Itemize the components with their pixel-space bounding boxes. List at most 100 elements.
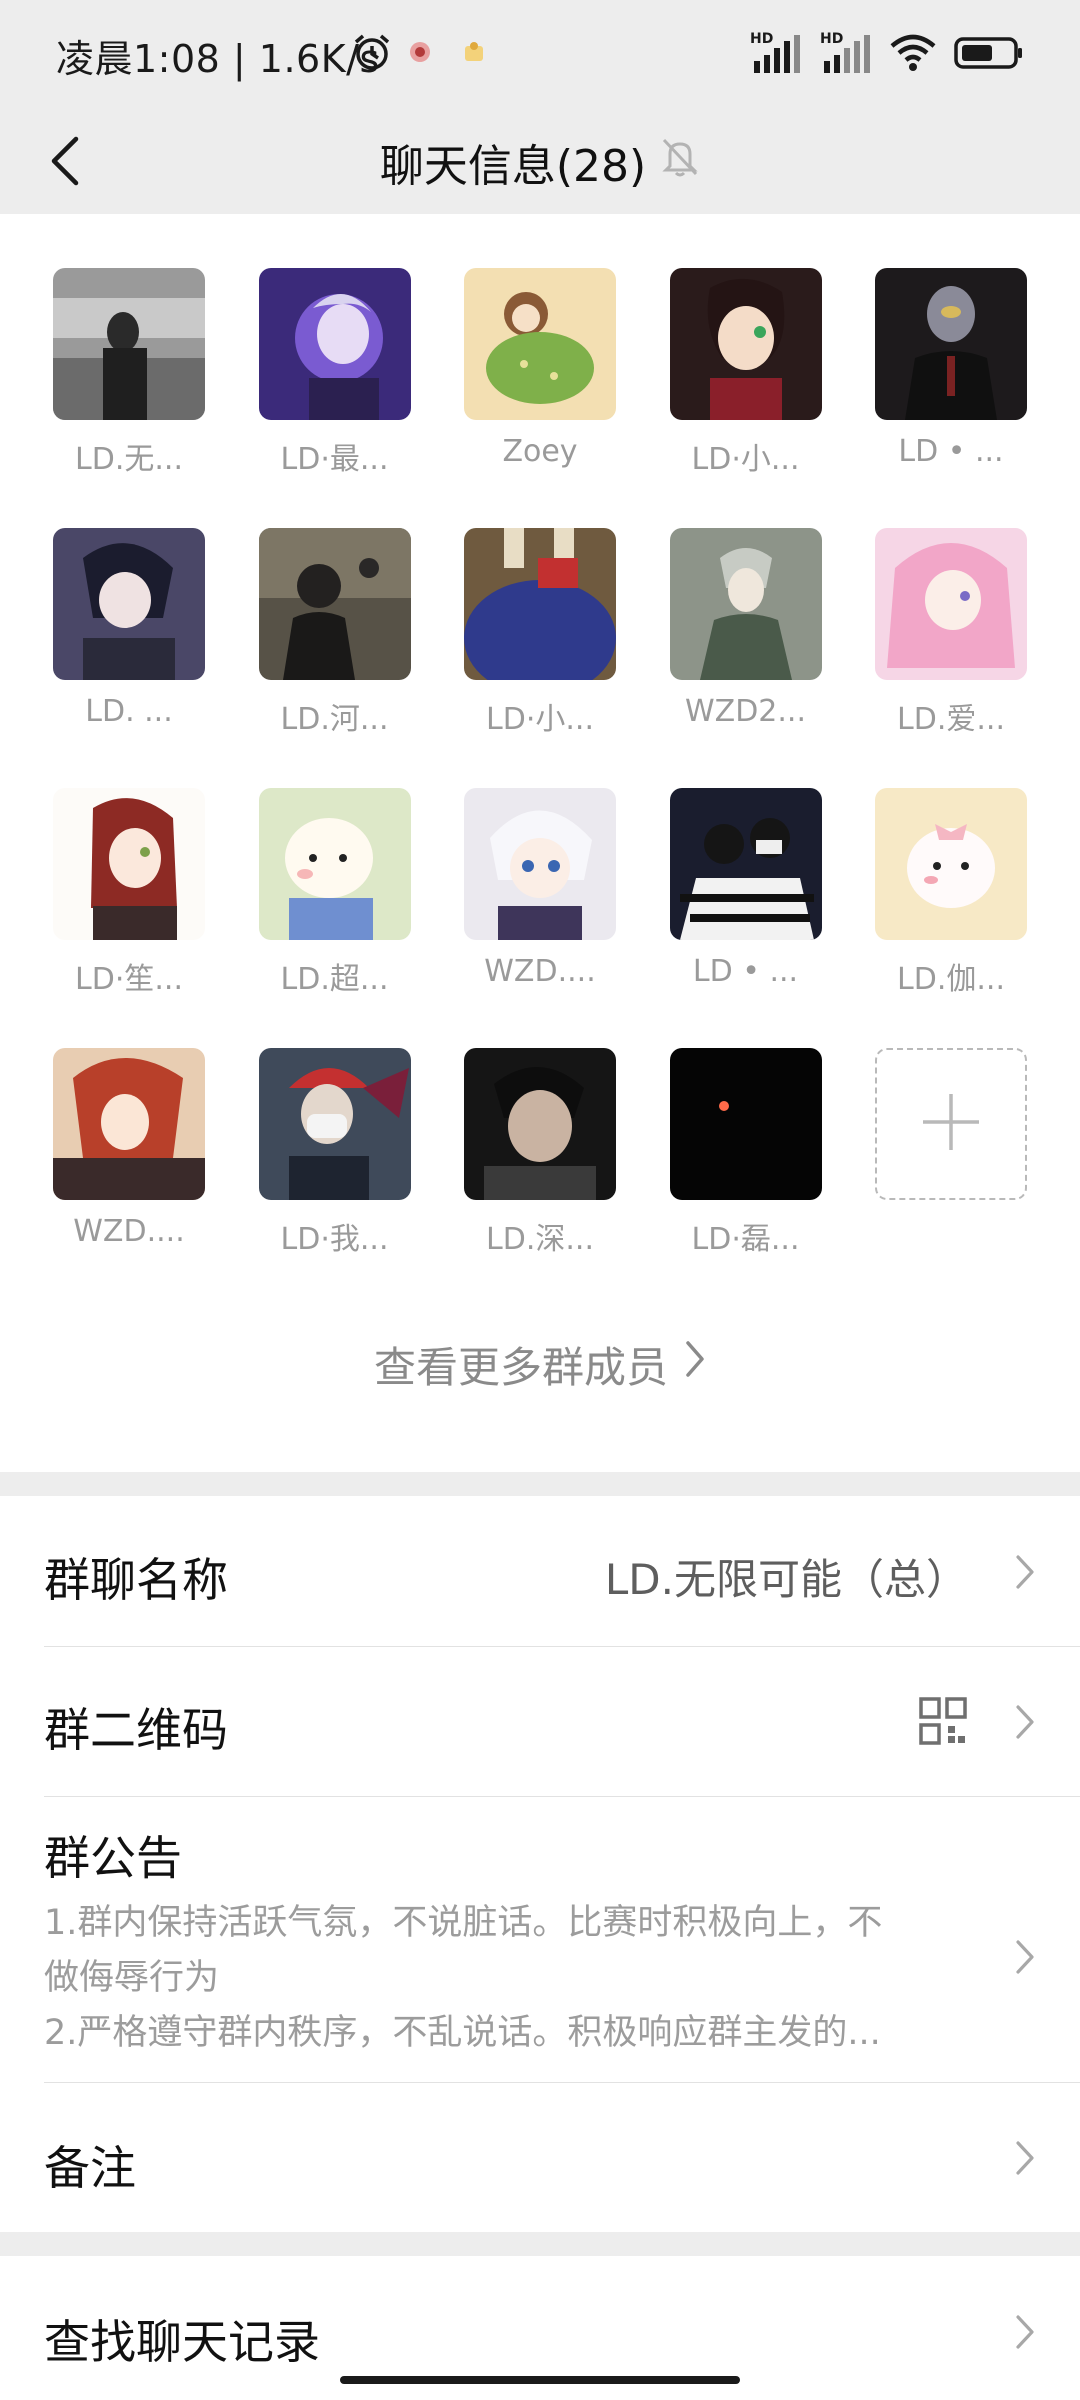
qr-code-icon	[918, 1696, 968, 1750]
group-name-label: 群聊名称	[44, 1553, 228, 1607]
member-name: LD·笙...	[75, 962, 183, 997]
member-item[interactable]: WZD2...	[669, 528, 822, 744]
member-item[interactable]: WZD....	[464, 788, 616, 1004]
member-item[interactable]: LD·小...	[669, 268, 822, 484]
member-item[interactable]: WZD....	[53, 1048, 205, 1264]
group-notice-row[interactable]: 群公告 1.群内保持活跃气氛，不说脏话。比赛时积极向上，不 做侮辱行为 2.严格…	[0, 1796, 1080, 2082]
app-notification-icon	[462, 40, 486, 68]
avatar	[258, 268, 411, 420]
member-item[interactable]: LD.河...	[258, 528, 411, 744]
member-item[interactable]: LD·小...	[464, 528, 616, 744]
group-name-value: LD.无限可能（总）	[604, 1555, 968, 1604]
avatar	[53, 268, 205, 420]
view-more-members-link[interactable]: 查看更多群成员	[0, 1324, 1080, 1404]
alarm-icon	[352, 32, 392, 76]
member-item[interactable]: LD.爱...	[875, 528, 1027, 744]
hd-signal-icon: HD	[820, 31, 872, 75]
title-bar: 聊天信息(28)	[0, 110, 1080, 214]
member-grid: LD.无... LD·最... Zoey LD·小... LD • ... LD…	[53, 268, 1027, 1264]
status-time: 凌晨1:08 | 1.6K/s	[56, 37, 380, 81]
member-name: LD. ...	[85, 694, 173, 729]
avatar	[258, 1048, 411, 1200]
member-name: Zoey	[502, 434, 578, 469]
wifi-icon	[890, 34, 936, 76]
member-item[interactable]: LD·最...	[258, 268, 411, 484]
avatar	[875, 788, 1027, 940]
member-name: WZD....	[73, 1214, 185, 1249]
avatar	[258, 788, 411, 940]
add-member-button[interactable]	[875, 1048, 1027, 1264]
battery-icon	[954, 36, 1024, 74]
signal-label: HD	[820, 31, 844, 47]
remark-row[interactable]: 备注	[0, 2082, 1080, 2232]
member-item[interactable]: LD·笙...	[53, 788, 205, 1004]
member-name: WZD....	[484, 954, 596, 989]
home-indicator[interactable]	[340, 2376, 740, 2384]
member-item[interactable]: Zoey	[464, 268, 616, 484]
member-name: LD.深...	[486, 1222, 594, 1257]
avatar	[669, 268, 822, 420]
member-name: WZD2...	[684, 694, 806, 729]
member-name: LD.超...	[280, 962, 389, 997]
member-name: LD.伽...	[897, 962, 1005, 997]
avatar	[53, 1048, 205, 1200]
members-panel: LD.无... LD·最... Zoey LD·小... LD • ... LD…	[0, 214, 1080, 1472]
member-item[interactable]: LD.深...	[464, 1048, 616, 1264]
bell-off-icon	[660, 136, 700, 189]
avatar	[875, 528, 1027, 680]
avatar	[258, 528, 411, 680]
chevron-right-icon	[1014, 1938, 1036, 1980]
member-item[interactable]: LD. ...	[53, 528, 205, 744]
app-notification-icon	[408, 40, 432, 68]
notice-line: 做侮辱行为	[44, 1958, 220, 1998]
avatar	[669, 788, 822, 940]
member-name: LD·磊...	[691, 1222, 800, 1257]
avatar	[53, 788, 205, 940]
chevron-right-icon	[1014, 1703, 1036, 1745]
member-item[interactable]: LD.超...	[258, 788, 411, 1004]
avatar	[53, 528, 205, 680]
group-notice-text: 1.群内保持活跃气氛，不说脏话。比赛时积极向上，不 做侮辱行为 2.严格遵守群内…	[44, 1896, 964, 2061]
notice-line: 2.严格遵守群内秩序，不乱说话。积极响应群主发的...	[44, 2013, 881, 2053]
notice-line: 1.群内保持活跃气氛，不说脏话。比赛时积极向上，不	[44, 1903, 883, 1943]
avatar	[464, 1048, 616, 1200]
avatar	[464, 268, 616, 420]
member-name: LD.河...	[280, 702, 389, 737]
group-name-row[interactable]: 群聊名称 LD.无限可能（总）	[0, 1496, 1080, 1646]
chevron-right-icon	[1014, 2139, 1036, 2181]
member-item[interactable]: LD • ...	[669, 788, 822, 1004]
member-name: LD.无...	[75, 442, 183, 477]
group-notice-label: 群公告	[44, 1831, 182, 1885]
avatar	[875, 268, 1027, 420]
member-name: LD·小...	[486, 702, 594, 737]
avatar	[464, 528, 616, 680]
member-name: LD·最...	[280, 442, 389, 477]
member-item[interactable]: LD.伽...	[875, 788, 1027, 1004]
member-name: LD • ...	[898, 434, 1004, 469]
avatar	[669, 528, 822, 680]
member-item[interactable]: LD.无...	[53, 268, 205, 484]
status-bar: 凌晨1:08 | 1.6K/s HD HD	[0, 0, 1080, 110]
view-more-label: 查看更多群成员	[373, 1342, 668, 1392]
member-name: LD • ...	[692, 954, 799, 989]
member-name: LD.爱...	[897, 702, 1005, 737]
member-item[interactable]: LD·磊...	[669, 1048, 822, 1264]
chevron-right-icon	[1014, 2313, 1036, 2355]
chevron-right-icon	[684, 1339, 706, 1389]
remark-label: 备注	[44, 2141, 136, 2195]
member-name: LD·小...	[691, 442, 800, 477]
qr-code-label: 群二维码	[44, 1703, 228, 1757]
signal-label: HD	[750, 31, 774, 47]
plus-icon	[919, 1090, 983, 1158]
search-history-label: 查找聊天记录	[44, 2315, 320, 2369]
qr-code-row[interactable]: 群二维码	[0, 1646, 1080, 1796]
avatar	[669, 1048, 822, 1200]
member-item[interactable]: LD • ...	[875, 268, 1027, 484]
member-item[interactable]: LD·我...	[258, 1048, 411, 1264]
settings-group: 群聊名称 LD.无限可能（总） 群二维码 群公告 1.群内保持活跃气氛，不说脏话…	[0, 1496, 1080, 2232]
chevron-right-icon	[1014, 1553, 1036, 1595]
page-title: 聊天信息(28)	[379, 141, 647, 192]
avatar	[464, 788, 616, 940]
hd-signal-icon: HD	[750, 31, 802, 75]
member-name: LD·我...	[280, 1222, 389, 1257]
